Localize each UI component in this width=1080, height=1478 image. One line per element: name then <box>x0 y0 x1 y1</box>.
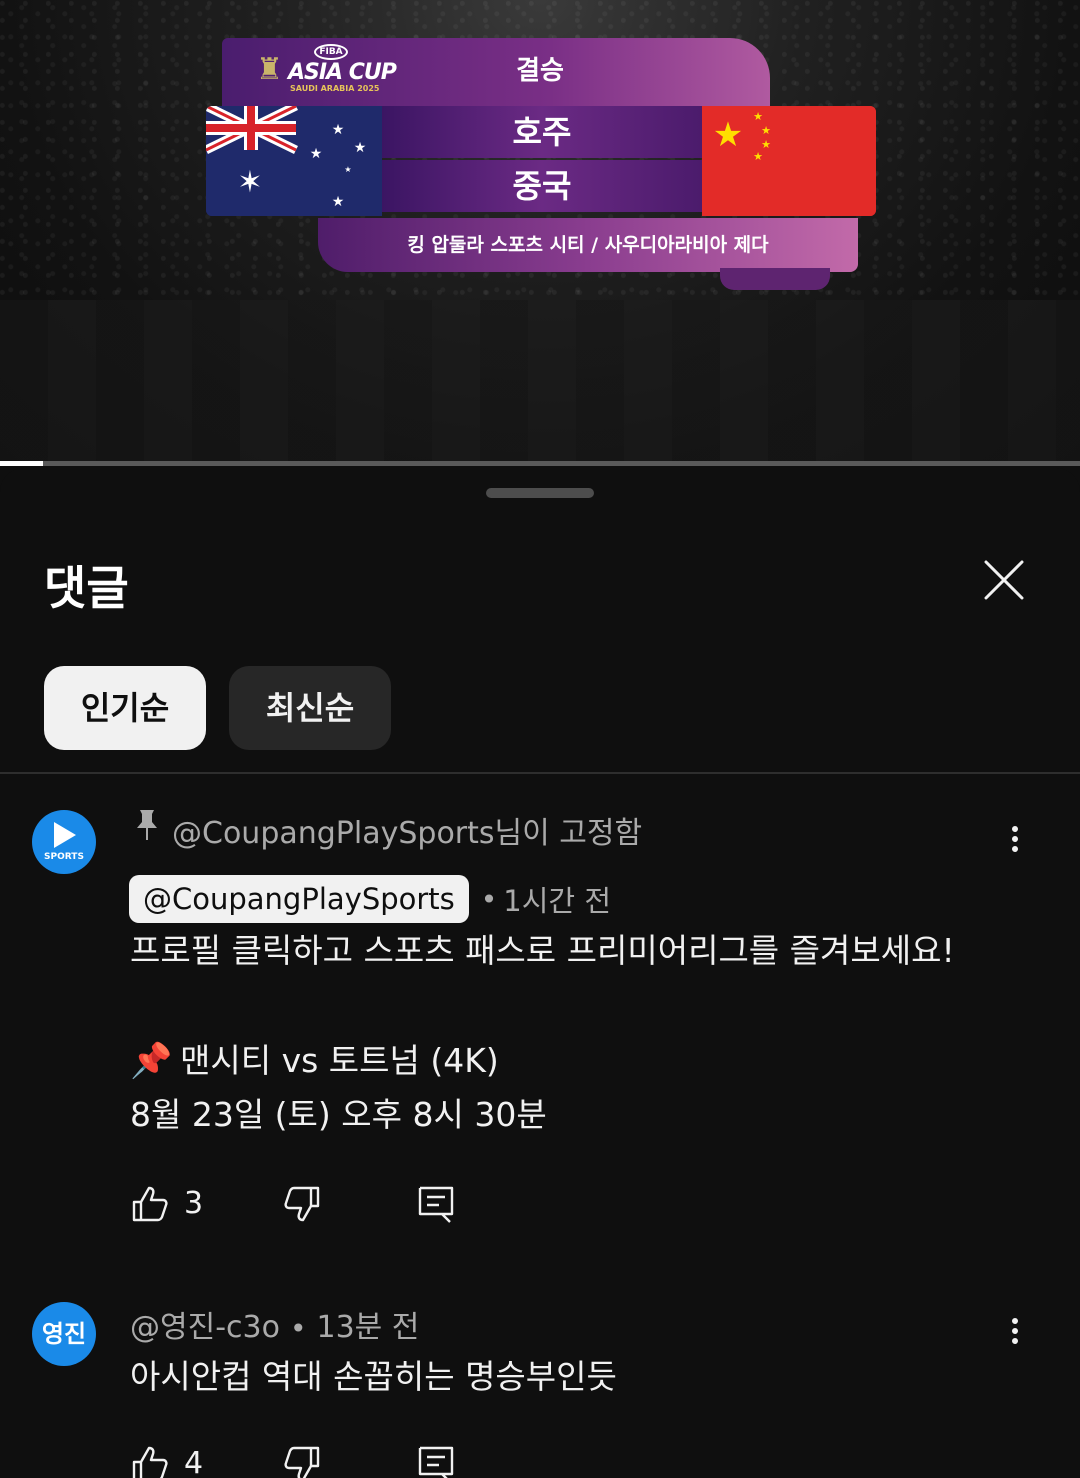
reply-icon <box>418 1186 454 1223</box>
pinned-indicator: @CoupangPlaySports님이 고정함 <box>134 808 642 852</box>
svg-text:★: ★ <box>310 146 323 162</box>
comment-meta: @CoupangPlaySports • 1시간 전 <box>129 875 611 923</box>
saudi-label: SAUDI ARABIA 2025 <box>290 84 380 93</box>
asia-cup-label: ASIA CUP <box>288 60 397 85</box>
comments-sheet: 댓글 인기순 최신순 SPORTS @CoupangPlaySports님이 고… <box>0 468 1080 1478</box>
svg-text:★: ★ <box>753 110 763 123</box>
thumbs-up-icon <box>132 1446 168 1478</box>
like-count: 3 <box>184 1186 204 1221</box>
comment-text-line: 맨시티 vs 토트넘 (4K) <box>180 1041 499 1080</box>
dot-separator: • <box>480 882 498 916</box>
thumbs-down-icon <box>284 1446 320 1478</box>
team1-name: 호주 <box>382 106 702 158</box>
like-button[interactable] <box>130 1184 170 1228</box>
svg-text:★: ★ <box>761 124 771 137</box>
video-player[interactable]: ♜ FIBA ASIA CUP SAUDI ARABIA 2025 결승 ✶ ★… <box>0 0 1080 462</box>
comment-text: 프로필 클릭하고 스포츠 패스로 프리미어리그를 즐겨보세요! <box>130 931 955 970</box>
thumbs-down-icon <box>284 1186 320 1222</box>
like-count: 4 <box>184 1446 204 1478</box>
sort-newest-chip[interactable]: 최신순 <box>229 666 391 750</box>
svg-text:★: ★ <box>332 122 345 138</box>
pin-icon <box>134 808 162 849</box>
dislike-button[interactable] <box>282 1184 322 1228</box>
fiba-label: FIBA <box>314 44 348 60</box>
avatar[interactable]: 영진 <box>32 1302 96 1366</box>
close-button[interactable] <box>976 552 1032 608</box>
play-icon <box>54 822 76 848</box>
dot-separator: • <box>289 1312 307 1345</box>
reply-button[interactable] <box>416 1444 456 1478</box>
reply-button[interactable] <box>416 1184 456 1228</box>
comment-meta: @영진-c3o • 13분 전 <box>130 1302 419 1346</box>
trophy-icon: ♜ <box>256 52 283 87</box>
author-chip[interactable]: @CoupangPlaySports <box>129 875 469 923</box>
dislike-button[interactable] <box>282 1444 322 1478</box>
close-icon <box>984 560 1024 600</box>
comments-title: 댓글 <box>44 561 129 615</box>
australia-flag: ✶ ★ ★ ★ ★ ★ <box>206 106 382 216</box>
like-button[interactable] <box>130 1444 170 1478</box>
svg-text:★: ★ <box>344 165 351 174</box>
thumbs-up-icon <box>132 1186 168 1222</box>
svg-text:★: ★ <box>753 150 763 163</box>
venue-tab-decoration <box>720 268 830 290</box>
avatar-label: SPORTS <box>44 852 84 862</box>
round-label: 결승 <box>516 56 564 86</box>
svg-text:★: ★ <box>354 140 367 156</box>
more-options-button[interactable] <box>1000 1314 1030 1354</box>
drag-handle[interactable] <box>486 488 594 498</box>
avatar[interactable]: SPORTS <box>32 810 96 874</box>
pushpin-icon: 📌 <box>130 1041 173 1081</box>
asia-cup-logo: ♜ FIBA ASIA CUP SAUDI ARABIA 2025 <box>256 44 397 96</box>
arena-seats <box>0 300 1080 462</box>
comment-text: 📌 맨시티 vs 토트넘 (4K) <box>130 1034 499 1088</box>
comment-text: 8월 23일 (토) 오후 8시 30분 <box>130 1095 547 1134</box>
comment-text: 아시안컵 역대 손꼽히는 명승부인듯 <box>130 1357 617 1396</box>
venue-label: 킹 압둘라 스포츠 시티 / 사우디아라비아 제다 <box>318 218 858 272</box>
comment-time: 1시간 전 <box>503 884 612 918</box>
team2-name: 중국 <box>382 160 702 212</box>
divider <box>0 772 1080 774</box>
svg-text:★: ★ <box>332 194 345 210</box>
pinned-text: @CoupangPlaySports님이 고정함 <box>172 816 643 851</box>
progress-fill <box>0 461 44 466</box>
svg-text:★: ★ <box>713 115 743 155</box>
comment-time: 13분 전 <box>316 1310 420 1345</box>
sort-popular-chip[interactable]: 인기순 <box>44 666 206 750</box>
reply-icon <box>418 1446 454 1478</box>
video-progress-bar[interactable] <box>0 461 1080 466</box>
more-options-button[interactable] <box>1000 822 1030 862</box>
comment-author[interactable]: @영진-c3o <box>130 1310 280 1345</box>
svg-text:✶: ✶ <box>237 165 262 200</box>
china-flag: ★ ★ ★ ★ ★ <box>702 106 876 216</box>
